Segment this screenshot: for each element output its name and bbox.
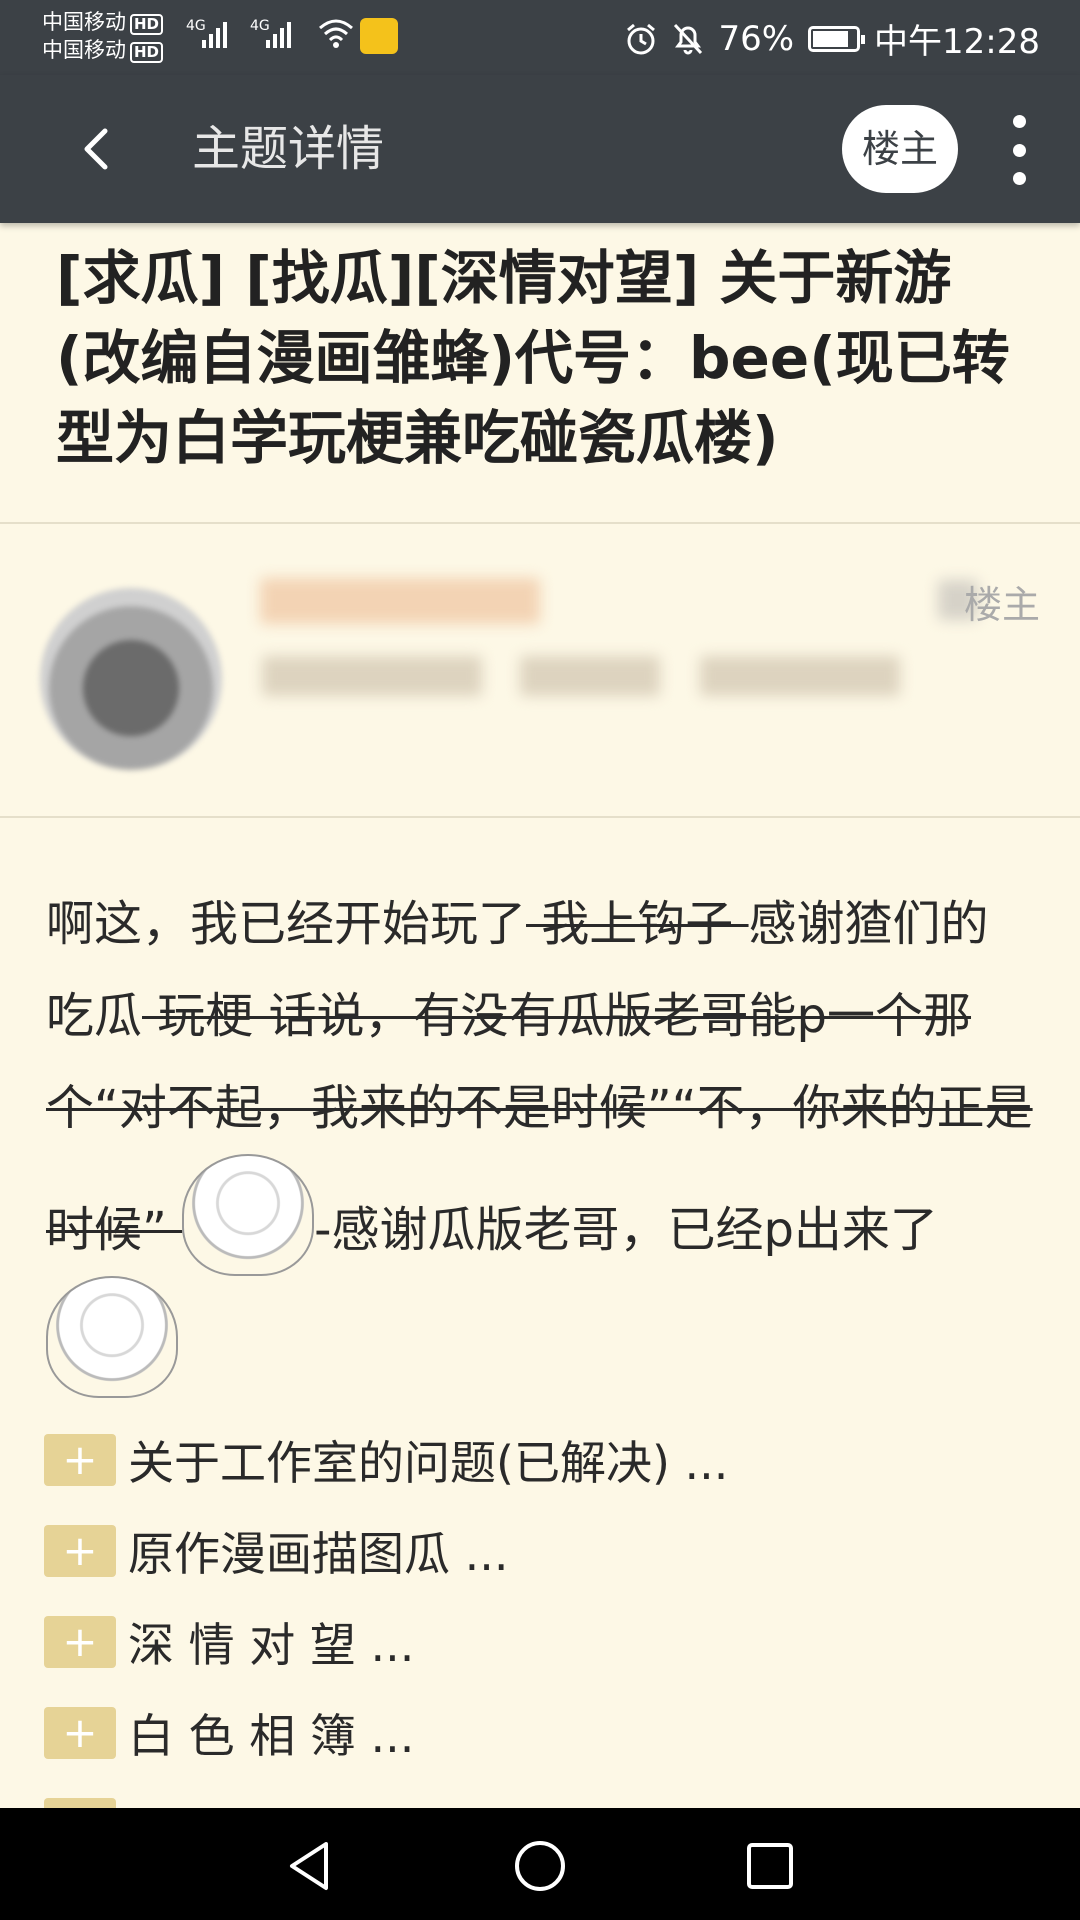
content-text: 啊这，我已经开始玩了	[46, 896, 527, 952]
expand-plus-icon: +	[44, 1433, 116, 1486]
op-tag: 楼主	[964, 583, 1041, 627]
more-dot	[1012, 172, 1026, 185]
fold-item[interactable]: + 关于工作室的问题(已解决) ...	[44, 1414, 1044, 1505]
fold-label: 原作漫画描图瓜 ...	[128, 1526, 509, 1581]
signal-icon	[266, 18, 291, 48]
carrier-2: 中国移动	[42, 38, 126, 62]
expand-plus-icon: +	[44, 1524, 116, 1577]
carrier-info: 中国移动 HD 中国移动 HD	[42, 8, 164, 64]
nav-back-icon[interactable]	[280, 1836, 340, 1896]
status-right: 76% 中午12:28	[624, 14, 1040, 63]
divider	[0, 522, 1080, 524]
post-title: [求瓜] [找瓜][深情对望] 关于新游(改编自漫画雏蜂)代号：bee(现已转型…	[56, 244, 1010, 472]
expand-plus-icon: +	[44, 1615, 116, 1668]
nav-recents-icon[interactable]	[740, 1836, 800, 1896]
wifi-icon	[319, 19, 353, 48]
author-meta	[700, 656, 900, 696]
content-strikethrough: 我上钩子	[526, 896, 749, 952]
fold-item[interactable]: + 原作漫画描图瓜 ...	[44, 1505, 1044, 1596]
fold-label: 关于工作室的问题(已解决) ...	[128, 1435, 729, 1490]
sticker-emoji	[46, 1276, 178, 1398]
carrier-1: 中国移动	[42, 10, 126, 34]
page-title: 主题详情	[192, 121, 385, 177]
author-name[interactable]	[260, 578, 540, 624]
more-dot	[1012, 115, 1026, 128]
author-meta	[520, 656, 660, 696]
mute-icon	[674, 23, 703, 54]
app-toolbar: 主题详情 楼主	[0, 75, 1080, 223]
battery-percent: 76%	[718, 18, 795, 59]
clock: 中午12:28	[874, 22, 1040, 62]
app-notification-icon	[360, 18, 398, 54]
battery-fill	[813, 30, 848, 47]
divider	[0, 816, 1080, 818]
expand-plus-icon: +	[44, 1706, 116, 1759]
system-nav-bar	[0, 1808, 1080, 1920]
more-options-button[interactable]	[1004, 115, 1034, 185]
hd-badge: HD	[130, 42, 164, 63]
author-meta	[262, 656, 482, 696]
battery-icon	[808, 25, 866, 52]
fold-list: + 关于工作室的问题(已解决) ... + 原作漫画描图瓜 ... + 深 情 对 望…	[44, 1414, 1044, 1869]
nav-home-icon[interactable]	[510, 1836, 570, 1896]
post-content: 啊这，我已经开始玩了 我上钩子 感谢猹们的吃瓜 玩梗 话说，有没有瓜版老哥能p一…	[46, 878, 1036, 1398]
alarm-icon	[627, 23, 656, 54]
fold-item[interactable]: + 白 色 相 簿 ...	[44, 1687, 1044, 1778]
more-dot	[1012, 143, 1026, 157]
back-button[interactable]	[66, 119, 126, 179]
status-bar: 中国移动 HD 中国移动 HD 4G 4G 76% 中午12:28	[0, 0, 1080, 75]
fold-item[interactable]: + 深 情 对 望 ...	[44, 1596, 1044, 1687]
chevron-left-icon	[84, 128, 108, 170]
sticker-emoji	[182, 1154, 315, 1276]
op-only-button[interactable]: 楼主	[842, 105, 958, 193]
signal-icon	[202, 18, 227, 48]
fold-label: 深 情 对 望 ...	[128, 1617, 415, 1672]
avatar[interactable]	[40, 588, 222, 770]
hd-badge: HD	[130, 14, 164, 35]
fold-label: 白 色 相 簿 ...	[128, 1708, 415, 1763]
content-text: -感谢瓜版老哥，已经p出来了	[314, 1202, 938, 1258]
